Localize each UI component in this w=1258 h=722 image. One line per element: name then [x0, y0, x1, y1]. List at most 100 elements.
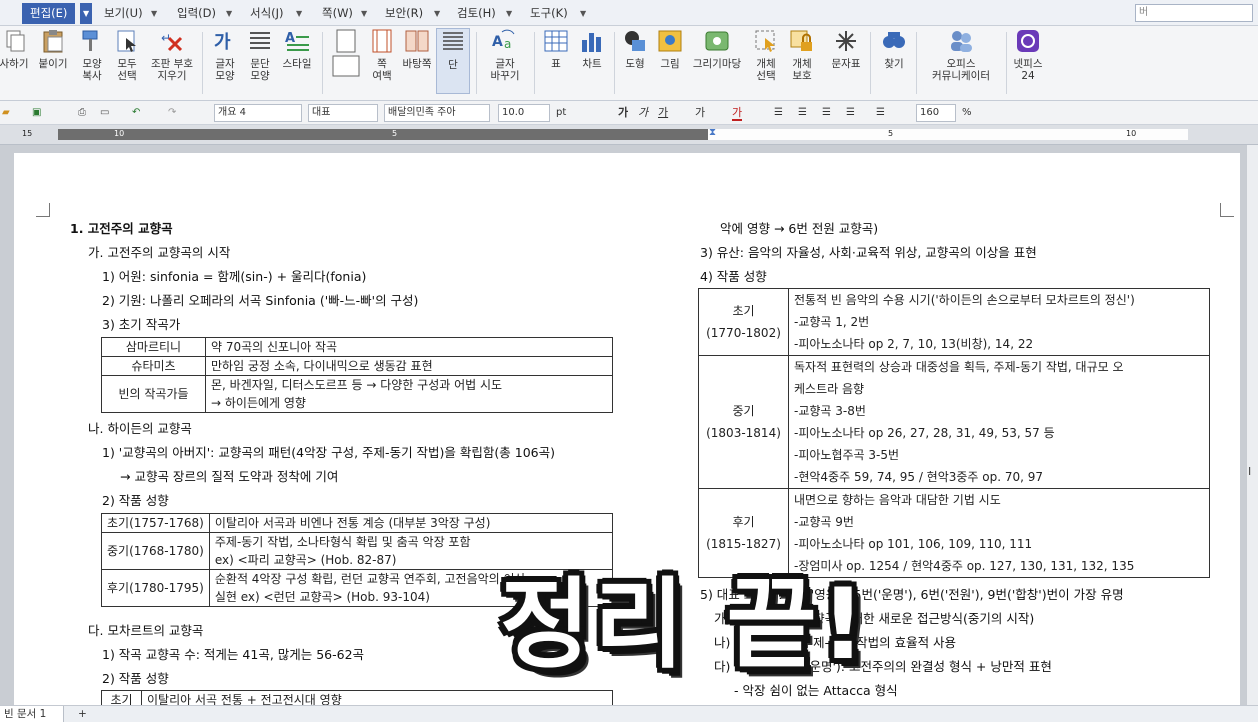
office-communicator-icon: [948, 28, 974, 54]
copy-button[interactable]: 사하기: [0, 28, 34, 70]
clipart-button[interactable]: 그리기마당: [688, 28, 746, 70]
svg-text:A: A: [492, 34, 503, 50]
preview-icon[interactable]: ▭: [100, 104, 109, 121]
master-page-button[interactable]: 바탕쪽: [397, 28, 437, 70]
text-line: 악에 영향 → 6번 전원 교향곡): [720, 221, 879, 236]
shape-button[interactable]: 도형: [617, 28, 653, 70]
ribbon-separator: [202, 32, 203, 94]
paste-button[interactable]: 붙이기: [33, 28, 73, 70]
align-right-icon[interactable]: ☰: [822, 104, 831, 121]
ribbon-separator: [1006, 32, 1007, 94]
menu-format[interactable]: 서식(J): [250, 4, 284, 23]
symbol-button[interactable]: 문자표: [826, 28, 866, 70]
format-painter-button[interactable]: 모양 복사: [72, 28, 112, 82]
chevron-down-icon[interactable]: ▼: [434, 4, 440, 23]
picture-button[interactable]: 그림: [652, 28, 688, 70]
select-all-button[interactable]: 모두 선택: [107, 28, 147, 82]
bold-button[interactable]: 가: [618, 104, 628, 121]
print-icon[interactable]: ⎙: [78, 104, 86, 121]
page-button[interactable]: [326, 28, 366, 82]
style-button[interactable]: A 스타일: [277, 28, 317, 70]
columns-button[interactable]: 단: [436, 28, 470, 94]
beethoven-table: 초기 (1770-1802) 전통적 빈 음악의 수용 시기('하이든의 손으로부…: [698, 288, 1210, 578]
strike-button[interactable]: 가: [695, 104, 705, 121]
menu-security[interactable]: 보안(R): [385, 4, 423, 23]
zoom-input[interactable]: 160: [916, 104, 956, 122]
text-line: 3) 초기 작곡가: [102, 317, 181, 332]
underline-button[interactable]: 가: [658, 104, 668, 121]
folder-icon[interactable]: ▰: [2, 104, 10, 121]
menu-edit[interactable]: 편집(E): [22, 3, 76, 24]
font-lang-select[interactable]: 대표: [308, 104, 378, 122]
menu-insert[interactable]: 입력(D): [177, 4, 216, 23]
ruler-label: 5: [888, 129, 894, 138]
heading-1: 1. 고전주의 교향곡: [70, 221, 173, 236]
format-painter-icon: [79, 28, 105, 54]
caption-text: 정리 끝!: [500, 568, 870, 682]
font-select[interactable]: 배달의민족 주아: [384, 104, 490, 122]
margin-button[interactable]: 쪽 여백: [362, 28, 402, 82]
char-shape-button[interactable]: 가 글자 모양: [205, 28, 245, 82]
object-select-icon: [753, 28, 779, 54]
table-icon: [543, 28, 569, 54]
add-tab-button[interactable]: +: [78, 706, 87, 722]
table-button[interactable]: 표: [538, 28, 574, 70]
text-line: → 교향곡 장르의 질적 도약과 정착에 기여: [120, 469, 339, 484]
menu-view[interactable]: 보기(U): [104, 4, 143, 23]
style-select[interactable]: 개요 4: [214, 104, 302, 122]
text-line: 2) 작품 성향: [102, 493, 169, 508]
zoom-unit[interactable]: %: [962, 104, 972, 121]
size-unit[interactable]: pt: [556, 104, 566, 121]
redo-icon[interactable]: ↷: [168, 104, 176, 121]
chevron-down-icon[interactable]: ▼: [506, 4, 512, 23]
menu-tools[interactable]: 도구(K): [530, 4, 568, 23]
menu-page[interactable]: 쪽(W): [322, 4, 353, 23]
align-center-icon[interactable]: ☰: [798, 104, 807, 121]
ruler-label: 10: [114, 129, 125, 138]
ribbon-separator: [870, 32, 871, 94]
clear-marks-button[interactable]: ↵ 조판 부호 지우기: [146, 28, 198, 82]
netffice-button[interactable]: 넷피스 24: [1008, 28, 1048, 82]
chevron-down-icon[interactable]: ▼: [226, 4, 232, 23]
chevron-down-icon[interactable]: ▼: [151, 4, 157, 23]
office-communicator-button[interactable]: 오피스 커뮤니케이터: [918, 28, 1004, 82]
vertical-scrollbar[interactable]: I: [1246, 145, 1258, 705]
font-color-button[interactable]: 가: [732, 104, 743, 121]
chevron-down-icon[interactable]: ▼: [296, 4, 302, 23]
table-row: 빈의 작곡가들 몬, 바겐자일, 디터스도르프 등 → 다양한 구성과 어법 시도: [101, 375, 613, 413]
copy-icon: [1, 28, 27, 54]
save-icon[interactable]: ▣: [32, 104, 41, 121]
chevron-down-icon[interactable]: ▼: [580, 4, 586, 23]
object-select-button[interactable]: 개체 선택: [746, 28, 786, 82]
menu-review[interactable]: 검토(H): [457, 4, 496, 23]
table-row: 삼마르티니 약 70곡의 신포니아 작곡: [101, 337, 613, 357]
page-icon: [331, 28, 361, 78]
text-cursor-icon: I: [1248, 465, 1252, 478]
align-left-icon[interactable]: ☰: [774, 104, 783, 121]
ribbon-separator: [476, 32, 477, 94]
svg-text:가: 가: [214, 32, 231, 53]
italic-button[interactable]: 가: [638, 104, 648, 121]
horizontal-ruler[interactable]: 15 10 5 5 10 ⧗: [0, 125, 1258, 145]
text-line: 1) 작곡 교향곡 수: 적게는 41곡, 많게는 56-62곡: [102, 647, 365, 662]
picture-icon: [657, 28, 683, 54]
chevron-down-icon[interactable]: ▼: [361, 4, 367, 23]
para-shape-button[interactable]: 문단 모양: [240, 28, 280, 82]
document-tab[interactable]: 빈 문서 1: [0, 706, 64, 722]
font-size-input[interactable]: 10.0: [498, 104, 550, 122]
undo-icon[interactable]: ↶: [132, 104, 140, 121]
svg-text:a: a: [504, 37, 511, 51]
object-protect-button[interactable]: 개체 보호: [782, 28, 822, 82]
ruler-label: 15: [22, 129, 33, 138]
ribbon-separator: [614, 32, 615, 94]
search-input[interactable]: 버: [1135, 4, 1253, 22]
align-justify-icon[interactable]: ☰: [846, 104, 855, 121]
table-row: 초기 (1770-1802) 전통적 빈 음악의 수용 시기('하이든의 손으로부…: [698, 288, 1210, 356]
line-spacing-icon[interactable]: ☰: [876, 104, 885, 121]
menu-edit-arrow-icon[interactable]: ▼: [80, 3, 93, 24]
indent-marker-icon[interactable]: ⧗: [709, 127, 716, 138]
replace-text-button[interactable]: Aa 글자 바꾸기: [482, 28, 528, 82]
chart-button[interactable]: 차트: [574, 28, 610, 70]
find-button[interactable]: 찾기: [874, 28, 914, 70]
ribbon-separator: [916, 32, 917, 94]
